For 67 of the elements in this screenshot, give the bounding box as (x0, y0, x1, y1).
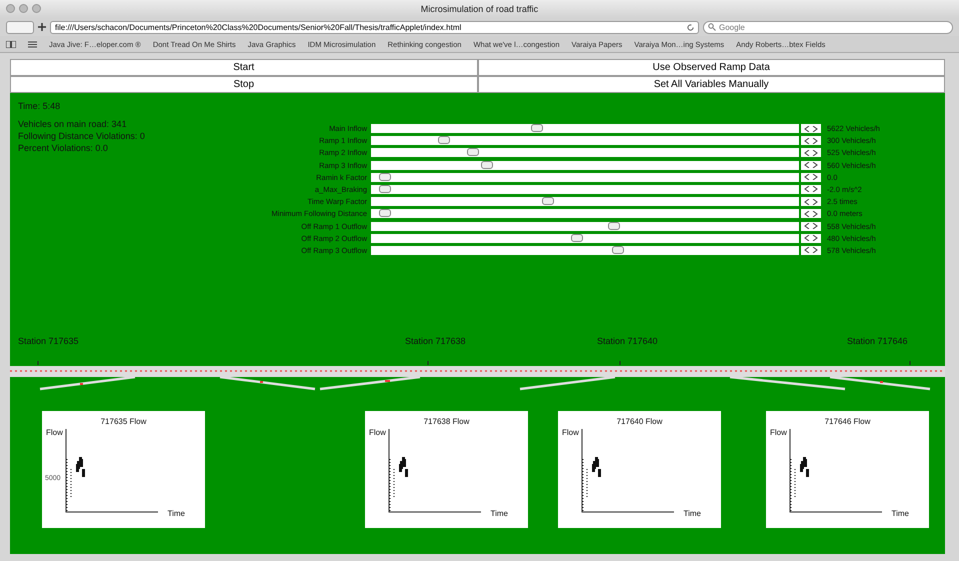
address-field[interactable]: file:///Users/schacon/Documents/Princeton%20Class%20Documents/Senior%20Fall/Thesis/trafficApplet/index.html (50, 20, 699, 34)
slider-thumb[interactable] (531, 124, 544, 132)
slider-track[interactable] (371, 234, 799, 243)
book-icon[interactable] (6, 40, 16, 48)
step-arrows-icon[interactable] (803, 210, 819, 217)
station-label: Station 717640 (597, 336, 658, 346)
slider-track[interactable] (371, 222, 799, 230)
chart-title: 717638 Flow (422, 417, 470, 426)
step-arrows-icon[interactable] (803, 150, 819, 156)
stat-text: Percent Violations: 0.0 (18, 143, 108, 153)
slider-track[interactable] (371, 209, 799, 218)
slider-track[interactable] (371, 246, 799, 255)
control-button[interactable]: Set All Variables Manually (478, 76, 945, 93)
slider-thumb[interactable] (379, 209, 392, 218)
station-label: Station 717638 (405, 336, 466, 346)
slider-thumb[interactable] (608, 222, 620, 230)
chart-title: 717635 Flow (100, 417, 148, 426)
slider-track[interactable] (371, 184, 799, 194)
time-readout: Time: 5:48 (17, 100, 62, 111)
slider-track[interactable] (371, 136, 799, 146)
slider-track[interactable] (371, 160, 799, 170)
list-icon[interactable] (28, 40, 37, 48)
slider-thumb[interactable] (570, 234, 583, 242)
x-axis-label: Time (490, 509, 508, 518)
step-arrows-icon[interactable] (803, 138, 819, 144)
step-arrows-icon[interactable] (803, 162, 819, 168)
y-axis-label: Flow (369, 428, 386, 437)
slider-track[interactable] (371, 148, 799, 158)
step-arrows-icon[interactable] (803, 174, 819, 180)
control-button[interactable]: Stop (10, 76, 478, 93)
x-axis-label: Time (892, 509, 909, 518)
slider-track[interactable] (371, 172, 799, 182)
slider-thumb[interactable] (612, 246, 624, 254)
control-button[interactable]: Start (10, 59, 478, 76)
zoom-icon[interactable] (32, 4, 41, 13)
station-label: Station 717646 (847, 336, 908, 346)
slider-thumb[interactable] (438, 136, 450, 144)
station-label: Station 717635 (18, 336, 79, 346)
chart-title: 717646 Flow (824, 417, 872, 426)
slider-thumb[interactable] (481, 160, 494, 169)
reload-icon[interactable] (687, 24, 694, 30)
search-field[interactable]: Google (703, 20, 953, 34)
search-icon (708, 23, 716, 31)
y-axis-label: Flow (770, 428, 787, 437)
step-arrows-icon[interactable] (803, 247, 819, 254)
step-arrows-icon[interactable] (803, 235, 819, 242)
step-arrows-icon[interactable] (803, 186, 819, 192)
step-arrows-icon[interactable] (803, 198, 819, 205)
slider-thumb[interactable] (542, 197, 554, 206)
y-axis-label: Flow (562, 428, 579, 437)
x-axis-label: Time (684, 509, 701, 518)
x-axis-label: Time (168, 509, 185, 518)
slider-thumb[interactable] (466, 148, 479, 156)
step-arrows-icon[interactable] (803, 126, 819, 132)
y-axis-label: Flow (46, 428, 63, 437)
plus-icon[interactable] (38, 23, 46, 31)
stat-text: Vehicles on main road: 341 (18, 119, 127, 129)
control-button[interactable]: Use Observed Ramp Data (478, 59, 945, 76)
chart-title: 717640 Flow (616, 417, 664, 426)
minimize-icon[interactable] (19, 4, 28, 13)
slider-thumb[interactable] (379, 184, 392, 193)
slider-track[interactable] (371, 197, 799, 206)
slider-track[interactable] (371, 124, 799, 133)
stat-text: Following Distance Violations: 0 (18, 131, 145, 141)
slider-thumb[interactable] (379, 172, 392, 181)
step-arrows-icon[interactable] (803, 223, 819, 229)
close-icon[interactable] (6, 4, 15, 13)
